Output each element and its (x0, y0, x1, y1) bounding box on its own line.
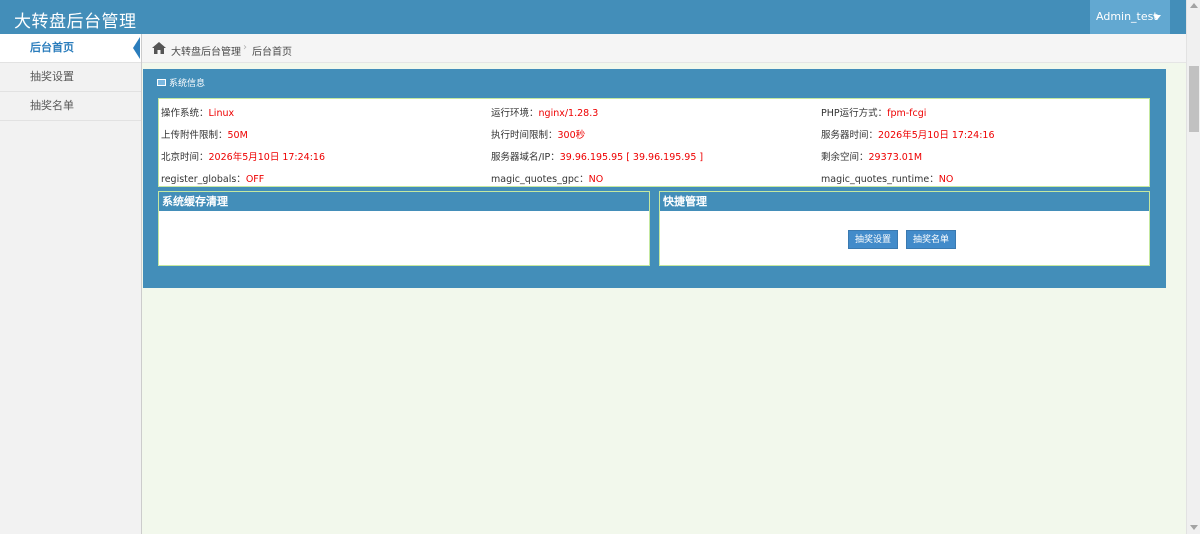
info-label: register_globals： (161, 174, 246, 185)
sidebar-item-home[interactable]: 后台首页 (0, 34, 141, 63)
breadcrumb-current: 后台首页 (252, 47, 292, 58)
info-value: fpm-fcgi (887, 108, 927, 119)
info-value: 300秒 (557, 130, 586, 141)
vertical-scrollbar[interactable] (1186, 0, 1200, 534)
info-value: 50M (227, 130, 248, 141)
panel-header: 系统信息 (157, 76, 205, 89)
info-php-mode: PHP运行方式：fpm-fcgi (821, 105, 926, 119)
winner-list-button[interactable]: 抽奖名单 (906, 230, 957, 249)
caret-down-icon (1153, 15, 1161, 20)
info-value: OFF (245, 174, 265, 185)
app-brand: 大转盘后台管理 (14, 12, 137, 32)
info-value: 39.96.195.95 [ 39.96.195.95 ] (559, 152, 704, 163)
info-label: magic_quotes_runtime： (821, 174, 939, 185)
lottery-settings-button[interactable]: 抽奖设置 (848, 230, 899, 249)
top-header: 大转盘后台管理 Admin_test (0, 0, 1186, 34)
sidebar-item-label: 后台首页 (30, 41, 74, 54)
sidebar-item-winner-list[interactable]: 抽奖名单 (0, 92, 141, 121)
quick-manage-panel: 快捷管理 抽奖设置 抽奖名单 (659, 191, 1150, 266)
info-value: 2026年5月10日 17:24:16 (878, 130, 995, 141)
sidebar-item-label: 抽奖设置 (30, 70, 74, 83)
info-label: 北京时间： (161, 152, 209, 163)
window-icon (157, 79, 166, 86)
info-label: 上传附件限制： (161, 130, 228, 141)
info-beijing-time: 北京时间：2026年5月10日 17:24:16 (161, 149, 325, 163)
info-server-ip: 服务器域名/IP：39.96.195.95 [ 39.96.195.95 ] (491, 149, 703, 163)
info-label: 服务器域名/IP： (491, 152, 560, 163)
info-label: 剩余空间： (821, 152, 869, 163)
info-env: 运行环境：nginx/1.28.3 (491, 105, 598, 119)
scroll-up-icon[interactable] (1190, 3, 1198, 8)
breadcrumb: 大转盘后台管理 › 后台首页 (142, 34, 1186, 63)
info-os: 操作系统：Linux (161, 105, 234, 119)
home-icon[interactable] (152, 42, 166, 54)
quick-manage-title: 快捷管理 (660, 192, 1149, 211)
user-menu[interactable]: Admin_test (1090, 0, 1170, 34)
system-info-panel: 系统信息 操作系统：Linux 运行环境：nginx/1.28.3 PHP运行方… (143, 69, 1166, 288)
info-server-time: 服务器时间：2026年5月10日 17:24:16 (821, 127, 995, 141)
username: Admin_test (1096, 10, 1158, 23)
info-value: Linux (208, 108, 235, 119)
breadcrumb-separator: › (243, 42, 247, 53)
info-register-globals: register_globals：OFF (161, 171, 264, 185)
breadcrumb-home-link[interactable]: 大转盘后台管理 (171, 43, 241, 58)
info-label: 执行时间限制： (491, 130, 558, 141)
system-info-box: 操作系统：Linux 运行环境：nginx/1.28.3 PHP运行方式：fpm… (158, 98, 1150, 187)
panel-title: 系统信息 (169, 79, 206, 89)
info-value: NO (588, 174, 604, 185)
info-label: magic_quotes_gpc： (491, 174, 589, 185)
info-magic-quotes-runtime: magic_quotes_runtime：NO (821, 171, 953, 185)
sidebar: 后台首页 抽奖设置 抽奖名单 (0, 34, 142, 534)
cache-clear-panel: 系统缓存清理 (158, 191, 650, 266)
info-label: 操作系统： (161, 108, 209, 119)
sidebar-item-lottery-settings[interactable]: 抽奖设置 (0, 63, 141, 92)
info-value: 2026年5月10日 17:24:16 (208, 152, 326, 163)
scroll-thumb[interactable] (1189, 66, 1199, 132)
info-magic-quotes-gpc: magic_quotes_gpc：NO (491, 171, 603, 185)
info-exec-time: 执行时间限制：300秒 (491, 127, 585, 141)
info-label: 运行环境： (491, 108, 539, 119)
scroll-down-icon[interactable] (1190, 525, 1198, 530)
info-upload-limit: 上传附件限制：50M (161, 127, 248, 141)
info-label: PHP运行方式： (821, 108, 888, 119)
info-value: NO (938, 174, 954, 185)
info-value: 29373.01M (868, 152, 923, 163)
info-free-space: 剩余空间：29373.01M (821, 149, 922, 163)
cache-clear-title: 系统缓存清理 (159, 192, 649, 211)
sidebar-item-label: 抽奖名单 (30, 99, 74, 112)
info-label: 服务器时间： (821, 130, 879, 141)
info-value: nginx/1.28.3 (538, 108, 599, 119)
